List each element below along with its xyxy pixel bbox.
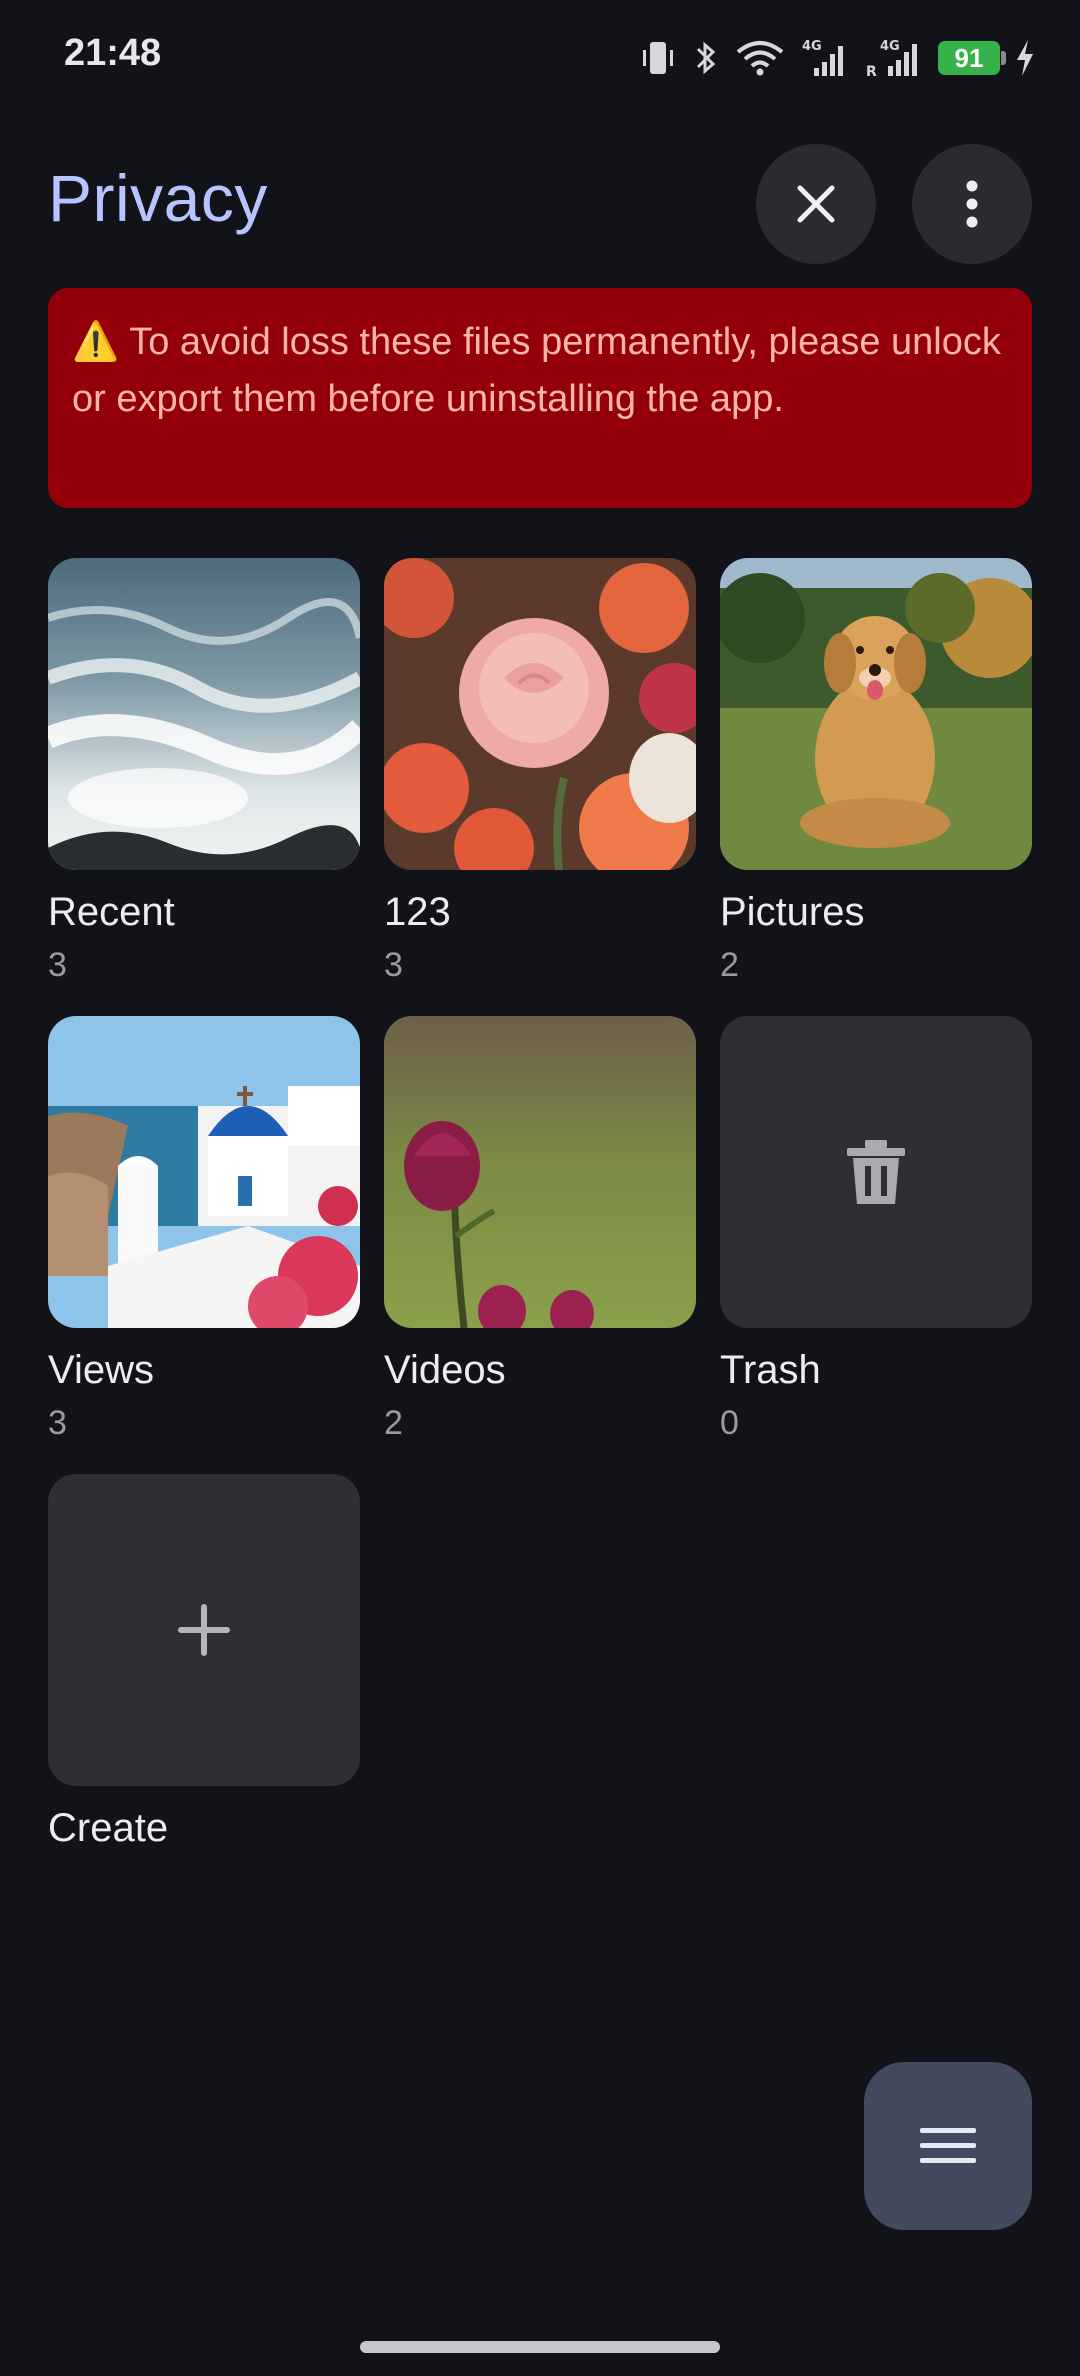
album-name: Views: [48, 1348, 154, 1392]
page-title: Privacy: [48, 161, 268, 235]
album-count: 3: [48, 1404, 67, 1442]
album-name: Pictures: [720, 890, 865, 934]
dog-photo: [720, 558, 1032, 870]
album-count: 2: [720, 946, 739, 984]
album-name: Create: [48, 1806, 169, 1850]
waves-photo: [48, 558, 360, 870]
trash-icon: [847, 1140, 905, 1204]
tulip-photo: [384, 1016, 696, 1328]
album-pictures[interactable]: Pictures 2: [720, 558, 1032, 985]
warning-banner: ⚠️ To avoid loss these files permanently…: [48, 288, 1032, 508]
svg-text:4G: 4G: [802, 39, 822, 54]
album-thumbnail[interactable]: [384, 1016, 696, 1328]
battery-level: 91: [954, 42, 984, 73]
album-name: Recent: [48, 890, 175, 934]
svg-text:4G: 4G: [880, 39, 900, 54]
album-videos[interactable]: Videos 2: [384, 1016, 696, 1443]
album-thumbnail[interactable]: [384, 558, 696, 870]
album-count: 0: [720, 1404, 739, 1442]
more-vert-icon: [966, 180, 978, 228]
bluetooth-icon: [696, 41, 716, 75]
plus-icon: [178, 1604, 230, 1656]
create-album-button[interactable]: [48, 1474, 360, 1786]
album-recent[interactable]: Recent 3: [48, 558, 360, 985]
status-icons: 4G R 4G 91: [638, 34, 1036, 82]
warning-text: To avoid loss these files permanently, p…: [72, 321, 1001, 420]
album-count: 3: [48, 946, 67, 984]
album-name: Trash: [720, 1348, 821, 1392]
album-thumbnail[interactable]: [48, 558, 360, 870]
menu-fab[interactable]: [864, 2062, 1032, 2230]
hamburger-menu-icon: [920, 2128, 976, 2163]
warning-icon: ⚠️: [72, 321, 120, 363]
battery-icon: 91: [938, 41, 1006, 75]
status-bar: 21:48 4G R 4G 91: [0, 0, 1080, 116]
album-thumbnail[interactable]: [720, 1016, 1032, 1328]
close-icon: [797, 185, 835, 223]
signal-4g-roaming-icon: R 4G: [866, 39, 917, 80]
album-thumbnail[interactable]: [720, 558, 1032, 870]
svg-text:R: R: [866, 64, 877, 80]
home-indicator[interactable]: [360, 2341, 720, 2353]
signal-4g-icon: 4G: [802, 39, 843, 76]
create-album[interactable]: Create: [48, 1474, 360, 1860]
wifi-icon: [736, 41, 784, 76]
close-button[interactable]: [756, 144, 876, 264]
album-123[interactable]: 123 3: [384, 558, 696, 985]
rose-photo: [384, 558, 696, 870]
album-views[interactable]: Views 3: [48, 1016, 360, 1443]
santorini-photo: [48, 1016, 360, 1328]
status-time: 21:48: [64, 32, 162, 74]
album-name: Videos: [384, 1348, 506, 1392]
vibrate-icon: [643, 42, 673, 74]
more-options-button[interactable]: [912, 144, 1032, 264]
charging-icon: [1017, 40, 1033, 76]
album-count: 3: [384, 946, 403, 984]
album-name: 123: [384, 890, 451, 934]
album-count: 2: [384, 1404, 403, 1442]
album-trash[interactable]: Trash 0: [720, 1016, 1032, 1443]
album-thumbnail[interactable]: [48, 1016, 360, 1328]
